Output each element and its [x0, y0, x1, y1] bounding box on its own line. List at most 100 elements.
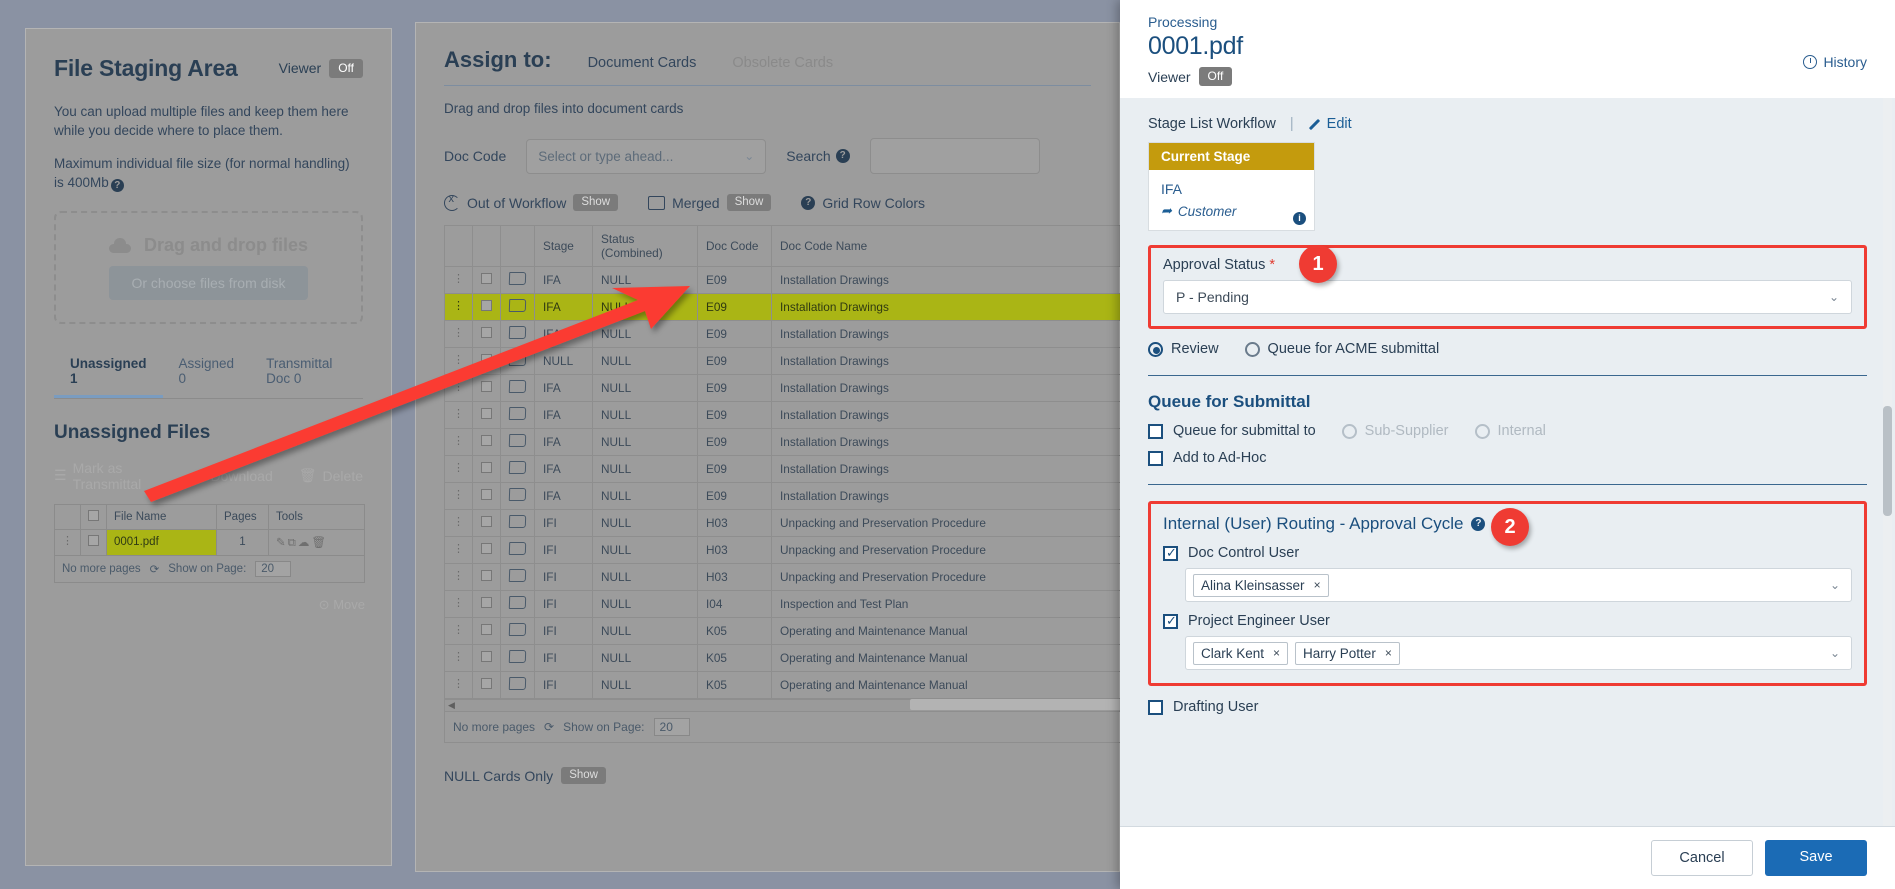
- col-tools[interactable]: Tools: [268, 503, 365, 530]
- viewer-state-badge[interactable]: Off: [329, 58, 363, 79]
- radio-icon[interactable]: [1341, 423, 1357, 439]
- remove-tag-icon[interactable]: ×: [1385, 646, 1392, 660]
- row-checkbox-cell[interactable]: [80, 528, 107, 556]
- row-menu-icon[interactable]: ⋮: [444, 455, 473, 483]
- row-menu-icon[interactable]: ⋮: [444, 509, 473, 537]
- row-folder-cell[interactable]: [500, 455, 535, 483]
- checkbox-icon[interactable]: [481, 516, 492, 527]
- table-row[interactable]: ⋮ IFA NULL E09 Installation Drawings: [444, 374, 1121, 402]
- row-checkbox-cell[interactable]: [472, 482, 501, 510]
- table-row[interactable]: ⋮ IFA NULL E09 Installation Drawings: [444, 401, 1121, 429]
- table-row[interactable]: ⋮ IFA NULL E09 Installation Drawings: [444, 482, 1121, 510]
- row-menu-icon[interactable]: ⋮: [444, 374, 473, 402]
- row-checkbox-cell[interactable]: [472, 509, 501, 537]
- folder-icon[interactable]: [508, 407, 527, 420]
- checkbox-icon[interactable]: [481, 543, 492, 554]
- row-folder-cell[interactable]: [500, 428, 535, 456]
- help-icon[interactable]: ?: [835, 149, 850, 163]
- select-all-header[interactable]: [80, 503, 107, 530]
- table-row[interactable]: ⋮ IFI NULL I04 Inspection and Test Plan: [444, 590, 1121, 618]
- row-checkbox-cell[interactable]: [472, 401, 501, 429]
- viewer-toggle-drawer[interactable]: Viewer Off: [1148, 67, 1867, 87]
- checkbox-icon[interactable]: [88, 535, 99, 547]
- info-icon[interactable]: i: [1293, 212, 1306, 226]
- out-of-workflow-toggle[interactable]: Out of Workflow Show: [444, 193, 619, 211]
- cloud-icon[interactable]: ☁: [298, 537, 312, 549]
- drafting-user-checkbox[interactable]: [1148, 699, 1163, 715]
- tab-obsolete-cards[interactable]: Obsolete Cards: [732, 55, 833, 71]
- row-folder-cell[interactable]: [500, 482, 535, 510]
- row-folder-cell[interactable]: [500, 536, 535, 564]
- queue-submittal-checkbox[interactable]: [1148, 423, 1163, 439]
- drawer-scrollbar-thumb[interactable]: [1883, 406, 1892, 517]
- tab-assigned[interactable]: Assigned 0: [163, 348, 251, 398]
- row-checkbox-cell[interactable]: [472, 617, 501, 645]
- table-row[interactable]: ⋮ IFI NULL K05 Operating and Maintenance Man…: [444, 617, 1121, 645]
- checkbox-icon[interactable]: [481, 570, 492, 581]
- row-checkbox-cell[interactable]: [472, 374, 501, 402]
- user-tag[interactable]: Harry Potter ×: [1295, 641, 1400, 665]
- help-icon[interactable]: ?: [1471, 517, 1486, 532]
- checkbox-icon[interactable]: [481, 354, 492, 365]
- folder-icon[interactable]: [508, 596, 527, 609]
- folder-icon[interactable]: [508, 677, 527, 690]
- row-checkbox-cell[interactable]: [472, 590, 501, 618]
- row-checkbox-cell[interactable]: [472, 266, 501, 294]
- grid-col-stage[interactable]: Stage: [534, 225, 593, 267]
- folder-icon[interactable]: [508, 650, 527, 663]
- user-tag[interactable]: Clark Kent ×: [1193, 641, 1289, 665]
- search-input[interactable]: [869, 138, 1040, 174]
- row-menu-icon[interactable]: ⋮: [444, 266, 473, 294]
- mark-as-transmittal-button[interactable]: ☰ Mark as Transmittal: [54, 460, 164, 492]
- table-row[interactable]: ⋮ 0001.pdf 1 ✎⧉☁🗑: [54, 528, 365, 556]
- folder-icon[interactable]: [508, 461, 527, 474]
- row-menu-icon[interactable]: ⋮: [444, 671, 473, 699]
- row-checkbox-cell[interactable]: [472, 293, 501, 321]
- viewer-state-badge[interactable]: Off: [1198, 67, 1233, 87]
- radio-review[interactable]: Review: [1148, 341, 1219, 357]
- refresh-icon[interactable]: ⟳: [150, 562, 160, 576]
- cancel-button[interactable]: Cancel: [1651, 840, 1753, 876]
- row-folder-cell[interactable]: [500, 266, 535, 294]
- row-folder-cell[interactable]: [500, 509, 535, 537]
- help-icon[interactable]: ?: [110, 179, 124, 193]
- choose-files-button[interactable]: Or choose files from disk: [109, 265, 308, 300]
- row-menu-icon[interactable]: ⋮: [444, 644, 473, 672]
- folder-icon[interactable]: [508, 569, 527, 582]
- checkbox-icon[interactable]: [481, 651, 492, 662]
- grid-page-size-select[interactable]: 20: [653, 718, 690, 736]
- row-menu-icon[interactable]: ⋮: [444, 563, 473, 591]
- row-folder-cell[interactable]: [500, 293, 535, 321]
- row-checkbox-cell[interactable]: [472, 347, 501, 375]
- radio-internal[interactable]: Internal: [1474, 423, 1546, 439]
- table-row[interactable]: ⋮ IFI NULL K05 Operating and Maintenance Man…: [444, 644, 1121, 672]
- chevron-down-icon[interactable]: ⌄: [1830, 646, 1840, 660]
- folder-icon[interactable]: [508, 272, 527, 285]
- checkbox-icon[interactable]: [481, 597, 492, 608]
- grid-row-colors-toggle[interactable]: ? Grid Row Colors: [801, 195, 925, 211]
- remove-tag-icon[interactable]: ×: [1314, 578, 1321, 592]
- help-icon[interactable]: ?: [801, 195, 816, 210]
- checkbox-icon[interactable]: [88, 509, 99, 521]
- radio-icon[interactable]: [1474, 423, 1490, 439]
- tab-document-cards[interactable]: Document Cards: [588, 55, 697, 71]
- tab-transmittal-doc[interactable]: Transmittal Doc 0: [250, 348, 363, 398]
- project-engineer-user-checkbox[interactable]: [1163, 613, 1178, 629]
- row-checkbox-cell[interactable]: [472, 563, 501, 591]
- table-row[interactable]: ⋮ IFI NULL H03 Unpacking and Preservation Pr…: [444, 509, 1121, 537]
- table-row[interactable]: ⋮ IFA NULL E09 Installation Drawings: [444, 266, 1121, 294]
- project-engineer-user-tags[interactable]: Clark Kent × Harry Potter × ⌄: [1185, 636, 1852, 671]
- folder-icon[interactable]: [508, 542, 527, 555]
- viewer-toggle-left[interactable]: Viewer Off: [279, 58, 363, 79]
- folder-icon[interactable]: [508, 623, 527, 636]
- save-button[interactable]: Save: [1765, 840, 1867, 876]
- file-dropzone[interactable]: Drag and drop files Or choose files from…: [54, 210, 363, 324]
- edit-icon[interactable]: ✎: [276, 537, 288, 549]
- null-cards-only-toggle[interactable]: NULL Cards Only Show: [444, 767, 1119, 784]
- row-folder-cell[interactable]: [500, 617, 535, 645]
- row-folder-cell[interactable]: [500, 320, 535, 348]
- checkbox-icon[interactable]: [481, 435, 492, 446]
- table-row[interactable]: ⋮ IFI NULL H03 Unpacking and Preservation Pr…: [444, 563, 1121, 591]
- trash-icon[interactable]: 🗑: [311, 537, 328, 549]
- row-folder-cell[interactable]: [500, 671, 535, 699]
